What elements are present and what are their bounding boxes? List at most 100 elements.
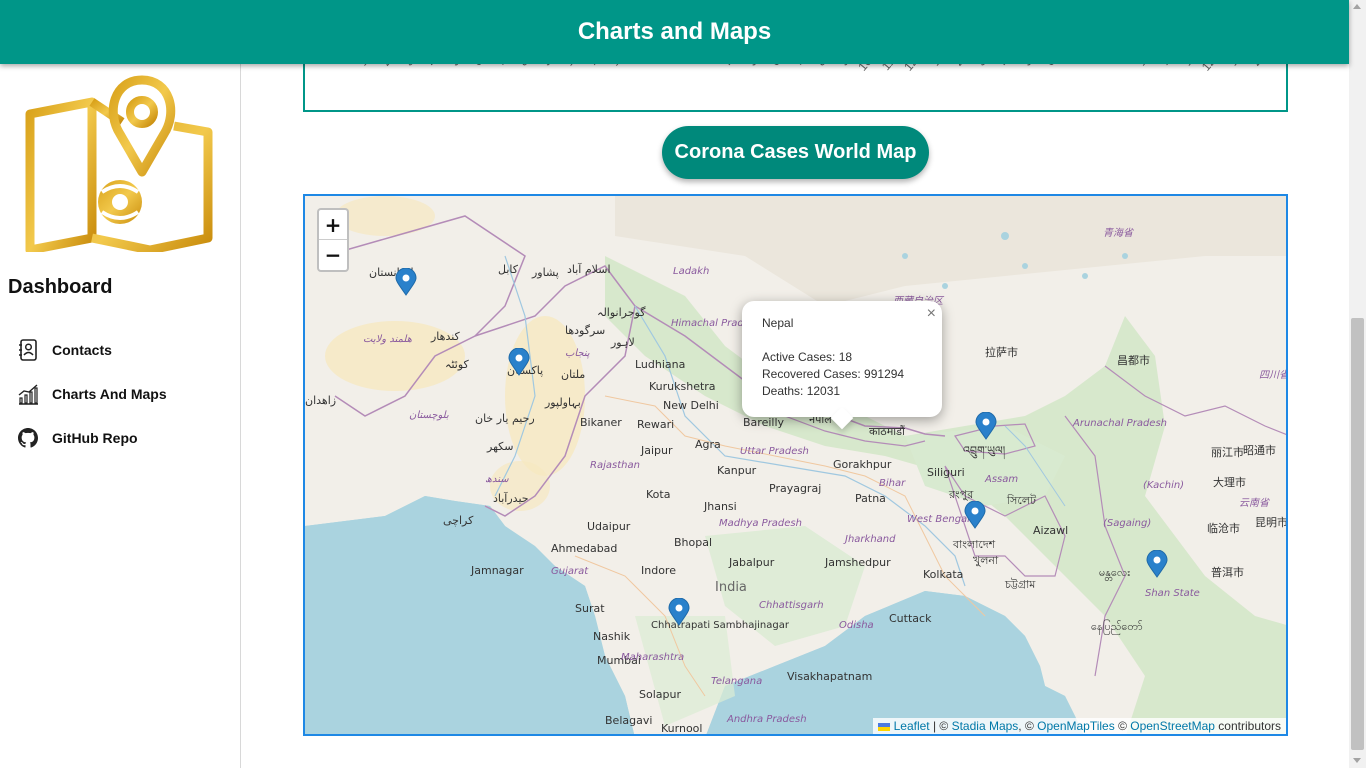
map-label: Jamshedpur <box>825 556 891 569</box>
page-scrollbar[interactable] <box>1349 0 1366 768</box>
map-label: Ludhiana <box>635 358 686 371</box>
map-label: 拉萨市 <box>985 346 1018 359</box>
bangladesh-pin[interactable] <box>964 501 986 529</box>
map-label: Siliguri <box>927 466 965 479</box>
map-label: Aizawl <box>1033 524 1069 537</box>
map-label: 丽江市 <box>1211 446 1244 459</box>
sidebar-item-label: Contacts <box>52 342 112 358</box>
map-logo-icon <box>25 75 213 252</box>
scrollbar-thumb[interactable] <box>1351 318 1364 750</box>
sidebar-item-github-repo[interactable]: GitHub Repo <box>16 416 236 460</box>
map-label: Visakhapatnam <box>787 670 873 683</box>
contacts-icon <box>16 338 40 362</box>
map-label: Ahmedabad <box>551 542 618 555</box>
stadia-link[interactable]: Stadia Maps <box>952 719 1019 733</box>
myanmar-pin[interactable] <box>1146 550 1168 578</box>
map-label: حیدرآباد <box>493 492 529 505</box>
map-label: سکھر <box>487 440 514 453</box>
map-label: ملتان <box>561 368 586 381</box>
map-label: گوجرانوالہ <box>597 306 646 319</box>
top-app-bar: Charts and Maps <box>0 0 1349 64</box>
attribution-text: | © <box>929 719 952 733</box>
map-label: Rajasthan <box>590 460 640 471</box>
openstreetmap-link[interactable]: OpenStreetMap <box>1130 719 1215 733</box>
map-label: খুলনা <box>973 554 999 567</box>
sidebar-title: Dashboard <box>8 276 113 298</box>
zoom-out-button[interactable]: − <box>319 240 347 270</box>
map-label: চট্টগ্রাম <box>1005 578 1036 591</box>
map-label: 昆明市 <box>1255 516 1288 529</box>
map-label: زاهدان <box>305 394 337 407</box>
sidebar: Dashboard Contacts Charts And Maps GitHu… <box>0 64 241 768</box>
map-label: Surat <box>575 602 605 615</box>
afghanistan-pin[interactable] <box>395 268 417 296</box>
map-label: Jaipur <box>641 444 673 457</box>
map-label: New Delhi <box>663 399 719 412</box>
map-label: Bareilly <box>743 416 785 429</box>
scroll-down-icon[interactable] <box>1353 758 1361 763</box>
map-label: Shan State <box>1145 588 1200 599</box>
map-label: کوئٹہ <box>445 358 469 371</box>
map-label: Gujarat <box>551 566 589 577</box>
app-window: Charts and Maps Dashboard Contacts Chart… <box>0 0 1366 768</box>
map-label: پشاور <box>532 266 559 279</box>
map-label: اسلام آباد <box>567 263 611 276</box>
map-base-tiles <box>305 196 1286 734</box>
map-label: 四川省 <box>1259 370 1288 381</box>
chart-icon <box>16 382 40 406</box>
map-label: Kota <box>646 488 671 501</box>
map-label: 昭通市 <box>1243 444 1276 457</box>
map-label: काठमाडौं <box>869 425 905 438</box>
map-label: সিলেট <box>1007 494 1037 507</box>
leaflet-link[interactable]: Leaflet <box>894 719 930 733</box>
world-map[interactable]: کابل اسلام آباد پشاور افغانستان Ladakh H… <box>303 194 1288 736</box>
map-label: Solapur <box>639 688 681 701</box>
sidebar-nav: Contacts Charts And Maps GitHub Repo <box>16 328 236 460</box>
map-label: Assam <box>985 474 1019 485</box>
scroll-up-icon[interactable] <box>1353 4 1361 9</box>
map-label: Rewari <box>637 418 675 431</box>
map-label: Jharkhand <box>845 534 896 545</box>
country-popup: × Nepal Active Cases: 18 Recovered Cases… <box>742 301 942 430</box>
map-label: بہاولپور <box>545 396 581 409</box>
world-map-button[interactable]: Corona Cases World Map <box>662 126 929 179</box>
zoom-in-button[interactable]: + <box>319 210 347 240</box>
attribution-text: , © <box>1018 719 1038 733</box>
attribution-text: contributors <box>1214 719 1281 733</box>
bhutan-pin[interactable] <box>975 412 997 440</box>
sidebar-item-contacts[interactable]: Contacts <box>16 328 236 372</box>
map-label: Cuttack <box>889 612 932 625</box>
map-label: سرگودھا <box>565 324 606 337</box>
map-label: (Kachin) <box>1143 480 1185 491</box>
openmaptiles-link[interactable]: OpenMapTiles <box>1037 719 1115 733</box>
map-label: کراچی <box>443 514 474 527</box>
map-attribution: Leaflet | © Stadia Maps, © OpenMapTiles … <box>873 718 1286 734</box>
zoom-control: + − <box>317 208 349 272</box>
map-label: Kurnool <box>661 722 703 735</box>
map-label: Agra <box>695 438 721 451</box>
map-label: འབྲུག་ཡུལ། <box>963 444 1006 457</box>
pakistan-pin[interactable] <box>508 348 530 376</box>
sidebar-item-label: Charts And Maps <box>52 386 167 402</box>
sidebar-item-charts-and-maps[interactable]: Charts And Maps <box>16 372 236 416</box>
map-label: 临沧市 <box>1207 522 1240 535</box>
map-label: هلمند ولایت <box>363 334 412 345</box>
map-label: بلوچستان <box>409 410 449 421</box>
map-label: Uttar Pradesh <box>740 446 809 457</box>
map-label: پنجاب <box>565 348 590 359</box>
map-label: 云南省 <box>1239 498 1269 509</box>
map-label: Jabalpur <box>729 556 775 569</box>
map-label: Indore <box>641 564 676 577</box>
map-label: Kanpur <box>717 464 757 477</box>
map-label: Maharashtra <box>621 652 685 663</box>
map-label: နေပြည်တော် <box>1091 620 1143 633</box>
india-pin[interactable] <box>668 598 690 626</box>
map-label: 昌都市 <box>1117 354 1150 367</box>
map-label: کندهار <box>431 330 460 343</box>
map-label: رحیم یار خان <box>475 412 535 425</box>
close-icon[interactable]: × <box>927 305 936 322</box>
map-label: India <box>715 580 747 595</box>
map-label: Jamnagar <box>471 564 524 577</box>
map-label: Kurukshetra <box>649 380 716 393</box>
map-label: Ladakh <box>673 266 710 277</box>
